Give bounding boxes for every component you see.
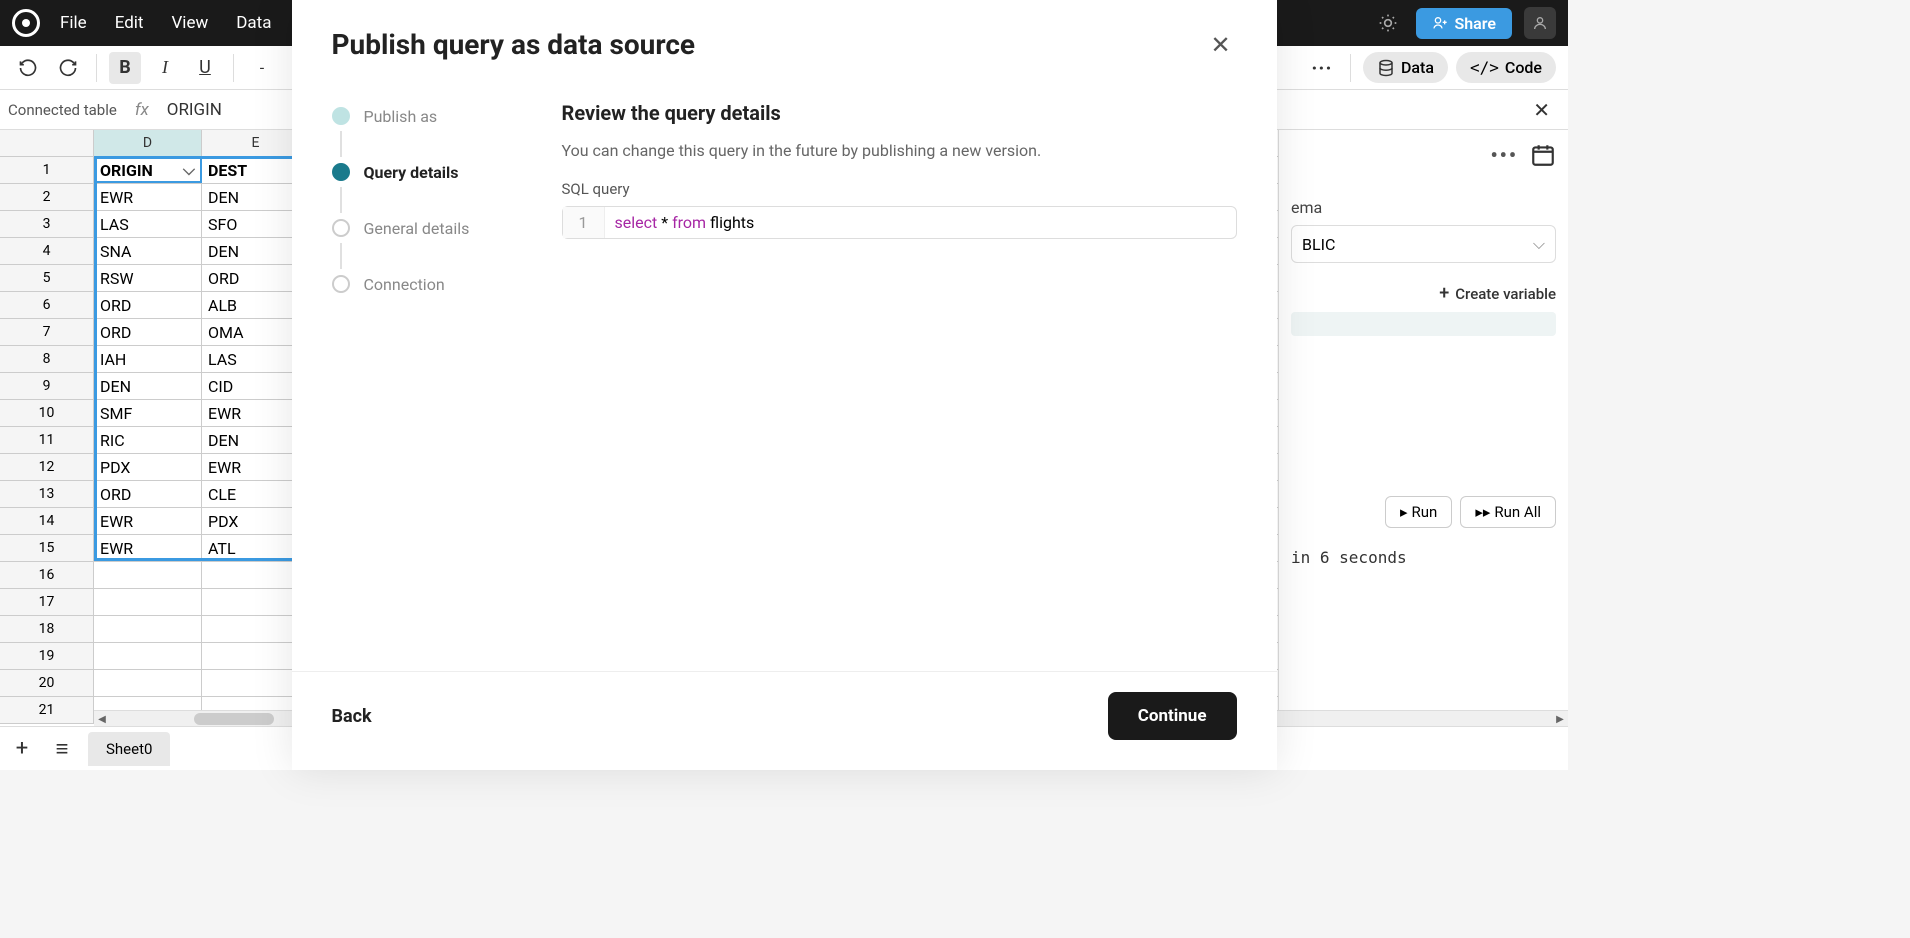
step-connection[interactable]: Connection <box>332 269 522 299</box>
content-title: Review the query details <box>562 101 1237 125</box>
step-circle-icon <box>332 107 350 125</box>
code-line-number: 1 <box>563 207 605 238</box>
step-label: Connection <box>364 275 445 294</box>
sql-field-label: SQL query <box>562 180 1237 198</box>
step-query-details[interactable]: Query details <box>332 157 522 187</box>
step-circle-icon <box>332 275 350 293</box>
continue-button[interactable]: Continue <box>1108 692 1237 740</box>
publish-modal: Publish query as data source ✕ Publish a… <box>292 0 1277 770</box>
back-button[interactable]: Back <box>332 706 372 727</box>
modal-title: Publish query as data source <box>332 28 696 61</box>
code-content: select * from flights <box>605 207 1236 238</box>
step-label: Publish as <box>364 107 438 126</box>
step-connector <box>340 243 342 269</box>
modal-overlay: Publish query as data source ✕ Publish a… <box>0 0 1568 770</box>
step-general-details[interactable]: General details <box>332 213 522 243</box>
stepper: Publish as Query details General details Co… <box>332 101 522 651</box>
step-connector <box>340 187 342 213</box>
step-connector <box>340 131 342 157</box>
step-label: Query details <box>364 163 459 182</box>
step-publish-as[interactable]: Publish as <box>332 101 522 131</box>
sql-code-block[interactable]: 1 select * from flights <box>562 206 1237 239</box>
step-circle-icon <box>332 219 350 237</box>
content-desc: You can change this query in the future … <box>562 141 1237 160</box>
step-label: General details <box>364 219 470 238</box>
step-circle-icon <box>332 163 350 181</box>
close-icon[interactable]: ✕ <box>1205 29 1237 61</box>
